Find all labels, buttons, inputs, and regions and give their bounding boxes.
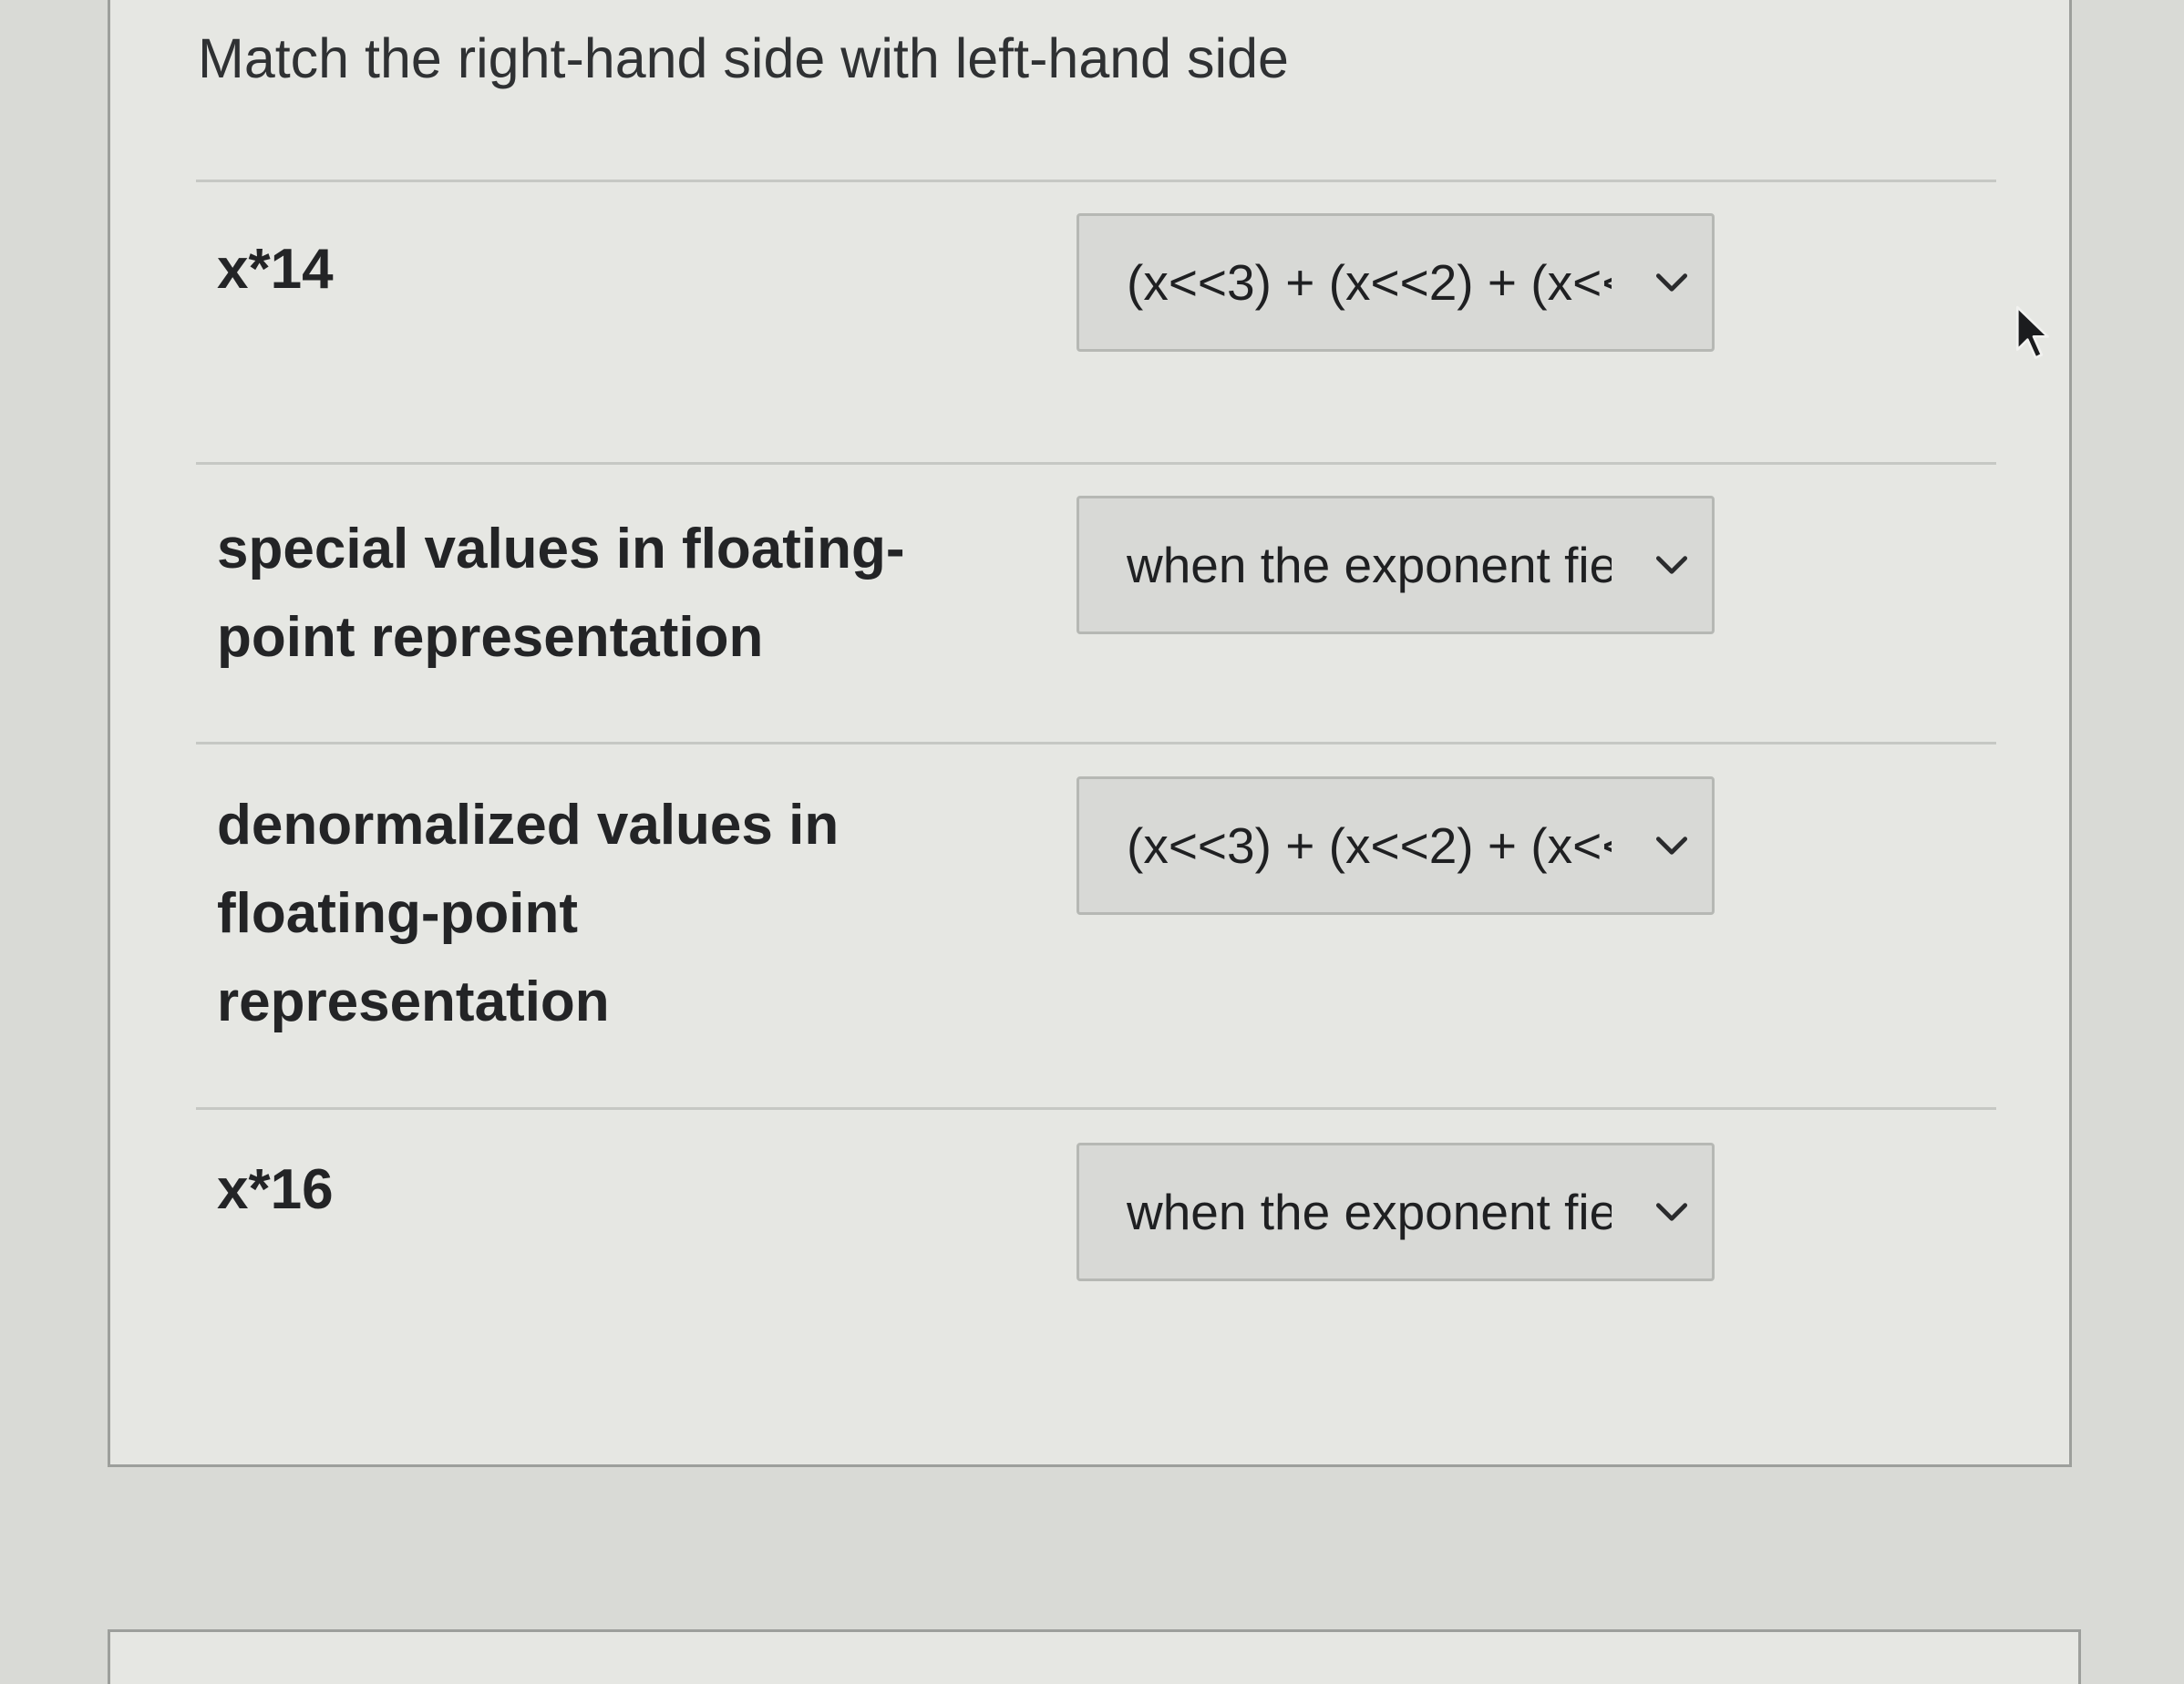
answer-select-value: when the exponent fie xyxy=(1127,1184,1612,1240)
match-label: x*16 xyxy=(217,1158,334,1221)
answer-select[interactable]: when the exponent fie xyxy=(1077,1143,1715,1281)
match-label: denormalized values in floating-point re… xyxy=(217,794,840,1033)
match-row-divider xyxy=(196,742,1996,744)
answer-select-value: (x<<3) + (x<<2) + (x<< xyxy=(1127,254,1612,311)
chevron-down-icon xyxy=(1655,1203,1688,1221)
question-prompt: Match the right-hand side with left-hand… xyxy=(198,27,1289,89)
mouse-cursor-icon xyxy=(2015,305,2049,359)
question-card: Match the right-hand side with left-hand… xyxy=(108,0,2072,1467)
match-row-divider xyxy=(196,462,1996,465)
answer-select-value: when the exponent fie xyxy=(1127,537,1612,593)
answer-select[interactable]: (x<<3) + (x<<2) + (x<< xyxy=(1077,213,1715,352)
answer-select[interactable]: when the exponent fie xyxy=(1077,496,1715,634)
chevron-down-icon xyxy=(1655,273,1688,292)
next-question-card xyxy=(108,1629,2081,1684)
chevron-down-icon xyxy=(1655,837,1688,855)
match-row-divider xyxy=(196,1107,1996,1110)
answer-select[interactable]: (x<<3) + (x<<2) + (x<< xyxy=(1077,776,1715,915)
match-label: x*14 xyxy=(217,238,334,301)
answer-select-value: (x<<3) + (x<<2) + (x<< xyxy=(1127,817,1612,874)
match-row-divider xyxy=(196,180,1996,182)
chevron-down-icon xyxy=(1655,556,1688,574)
match-label: special values in floating-point represe… xyxy=(217,518,905,669)
